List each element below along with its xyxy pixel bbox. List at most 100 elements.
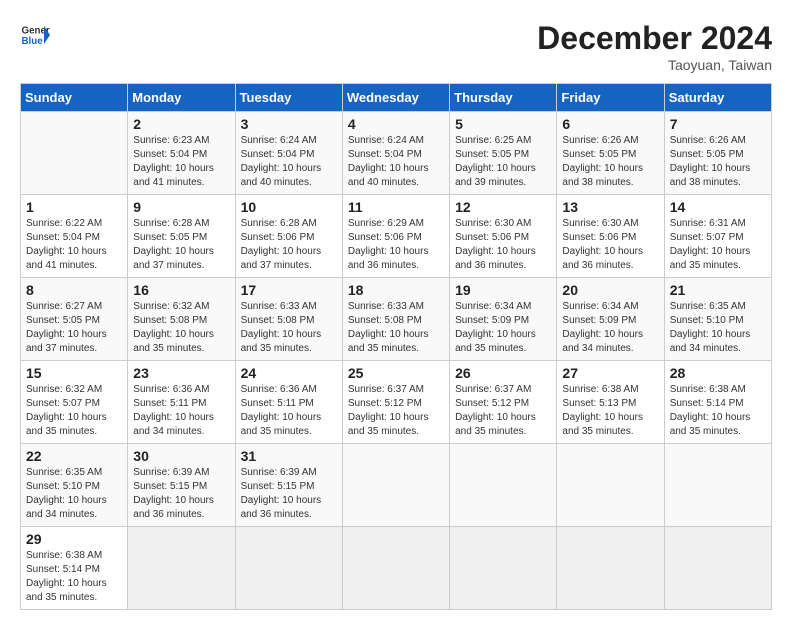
day-info: Sunrise: 6:35 AMSunset: 5:10 PMDaylight:… [26, 466, 122, 522]
day-number: 22 [26, 448, 122, 464]
calendar-day-cell: 10 Sunrise: 6:28 AMSunset: 5:06 PMDayligh… [235, 195, 342, 278]
day-number: 21 [670, 282, 766, 298]
calendar-day-cell [450, 444, 557, 527]
day-number: 27 [562, 365, 658, 381]
day-info: Sunrise: 6:24 AMSunset: 5:04 PMDaylight:… [241, 134, 337, 190]
day-info: Sunrise: 6:37 AMSunset: 5:12 PMDaylight:… [455, 383, 551, 439]
svg-text:Blue: Blue [22, 36, 44, 47]
day-number: 16 [133, 282, 229, 298]
calendar-day-cell: 8Sunrise: 6:27 AMSunset: 5:05 PMDaylight… [21, 278, 128, 361]
day-info: Sunrise: 6:30 AMSunset: 5:06 PMDaylight:… [455, 217, 551, 273]
day-number: 1 [26, 199, 122, 215]
day-info: Sunrise: 6:28 AMSunset: 5:05 PMDaylight:… [133, 217, 229, 273]
day-info: Sunrise: 6:35 AMSunset: 5:10 PMDaylight:… [670, 300, 766, 356]
day-info: Sunrise: 6:26 AMSunset: 5:05 PMDaylight:… [562, 134, 658, 190]
calendar-day-cell [342, 527, 449, 610]
day-number: 28 [670, 365, 766, 381]
calendar-day-cell: 19Sunrise: 6:34 AMSunset: 5:09 PMDayligh… [450, 278, 557, 361]
calendar-day-cell: 12 Sunrise: 6:30 AMSunset: 5:06 PMDayligh… [450, 195, 557, 278]
day-number: 8 [26, 282, 122, 298]
weekday-header-monday: Monday [128, 84, 235, 112]
calendar-day-cell [128, 527, 235, 610]
day-number: 2 [133, 116, 229, 132]
weekday-header-wednesday: Wednesday [342, 84, 449, 112]
calendar-day-cell: 2 Sunrise: 6:23 AMSunset: 5:04 PMDaylight… [128, 112, 235, 195]
calendar-day-cell: 18 Sunrise: 6:33 AMSunset: 5:08 PMDayligh… [342, 278, 449, 361]
day-info: Sunrise: 6:28 AMSunset: 5:06 PMDaylight:… [241, 217, 337, 273]
calendar-day-cell [342, 444, 449, 527]
calendar-day-cell [557, 527, 664, 610]
day-info: Sunrise: 6:38 AMSunset: 5:14 PMDaylight:… [670, 383, 766, 439]
day-number: 11 [348, 199, 444, 215]
logo-icon: General Blue [20, 20, 50, 50]
day-info: Sunrise: 6:22 AMSunset: 5:04 PMDaylight:… [26, 217, 122, 273]
day-number: 20 [562, 282, 658, 298]
day-info: Sunrise: 6:38 AMSunset: 5:14 PMDaylight:… [26, 549, 122, 605]
day-number: 17 [241, 282, 337, 298]
calendar-day-cell [21, 112, 128, 195]
day-number: 9 [133, 199, 229, 215]
day-number: 14 [670, 199, 766, 215]
weekday-header-thursday: Thursday [450, 84, 557, 112]
calendar-day-cell: 6Sunrise: 6:26 AMSunset: 5:05 PMDaylight… [557, 112, 664, 195]
calendar-day-cell: 30Sunrise: 6:39 AMSunset: 5:15 PMDayligh… [128, 444, 235, 527]
day-number: 3 [241, 116, 337, 132]
day-number: 25 [348, 365, 444, 381]
calendar-week-row: 29Sunrise: 6:38 AMSunset: 5:14 PMDayligh… [21, 527, 772, 610]
calendar-week-row: 22 Sunrise: 6:35 AMSunset: 5:10 PMDayligh… [21, 444, 772, 527]
calendar-day-cell: 11 Sunrise: 6:29 AMSunset: 5:06 PMDayligh… [342, 195, 449, 278]
calendar-week-row: 8Sunrise: 6:27 AMSunset: 5:05 PMDaylight… [21, 278, 772, 361]
weekday-header-tuesday: Tuesday [235, 84, 342, 112]
calendar-day-cell: 29Sunrise: 6:38 AMSunset: 5:14 PMDayligh… [21, 527, 128, 610]
calendar-day-cell: 17Sunrise: 6:33 AMSunset: 5:08 PMDayligh… [235, 278, 342, 361]
day-info: Sunrise: 6:38 AMSunset: 5:13 PMDaylight:… [562, 383, 658, 439]
day-number: 19 [455, 282, 551, 298]
weekday-header-friday: Friday [557, 84, 664, 112]
day-info: Sunrise: 6:31 AMSunset: 5:07 PMDaylight:… [670, 217, 766, 273]
calendar-day-cell [450, 527, 557, 610]
month-title: December 2024 [537, 20, 772, 57]
calendar-day-cell: 15Sunrise: 6:32 AMSunset: 5:07 PMDayligh… [21, 361, 128, 444]
day-number: 4 [348, 116, 444, 132]
day-number: 12 [455, 199, 551, 215]
calendar-day-cell: 22 Sunrise: 6:35 AMSunset: 5:10 PMDayligh… [21, 444, 128, 527]
calendar-day-cell: 3 Sunrise: 6:24 AMSunset: 5:04 PMDaylight… [235, 112, 342, 195]
day-info: Sunrise: 6:33 AMSunset: 5:08 PMDaylight:… [348, 300, 444, 356]
calendar-day-cell: 14 Sunrise: 6:31 AMSunset: 5:07 PMDayligh… [664, 195, 771, 278]
calendar-day-cell: 16 Sunrise: 6:32 AMSunset: 5:08 PMDayligh… [128, 278, 235, 361]
day-info: Sunrise: 6:36 AMSunset: 5:11 PMDaylight:… [241, 383, 337, 439]
day-info: Sunrise: 6:39 AMSunset: 5:15 PMDaylight:… [241, 466, 337, 522]
day-number: 24 [241, 365, 337, 381]
day-info: Sunrise: 6:26 AMSunset: 5:05 PMDaylight:… [670, 134, 766, 190]
day-info: Sunrise: 6:29 AMSunset: 5:06 PMDaylight:… [348, 217, 444, 273]
day-info: Sunrise: 6:23 AMSunset: 5:04 PMDaylight:… [133, 134, 229, 190]
day-info: Sunrise: 6:36 AMSunset: 5:11 PMDaylight:… [133, 383, 229, 439]
calendar-day-cell: 7 Sunrise: 6:26 AMSunset: 5:05 PMDaylight… [664, 112, 771, 195]
page-header: General Blue December 2024 Taoyuan, Taiw… [20, 20, 772, 73]
day-number: 10 [241, 199, 337, 215]
calendar-header-row: SundayMondayTuesdayWednesdayThursdayFrid… [21, 84, 772, 112]
calendar-day-cell: 5Sunrise: 6:25 AMSunset: 5:05 PMDaylight… [450, 112, 557, 195]
day-number: 23 [133, 365, 229, 381]
day-number: 13 [562, 199, 658, 215]
day-info: Sunrise: 6:34 AMSunset: 5:09 PMDaylight:… [562, 300, 658, 356]
calendar-day-cell: 28 Sunrise: 6:38 AMSunset: 5:14 PMDayligh… [664, 361, 771, 444]
day-info: Sunrise: 6:24 AMSunset: 5:04 PMDaylight:… [348, 134, 444, 190]
location: Taoyuan, Taiwan [537, 57, 772, 73]
calendar-day-cell: 20 Sunrise: 6:34 AMSunset: 5:09 PMDayligh… [557, 278, 664, 361]
calendar-day-cell: 23 Sunrise: 6:36 AMSunset: 5:11 PMDayligh… [128, 361, 235, 444]
calendar-day-cell: 9 Sunrise: 6:28 AMSunset: 5:05 PMDaylight… [128, 195, 235, 278]
weekday-header-saturday: Saturday [664, 84, 771, 112]
day-number: 26 [455, 365, 551, 381]
day-info: Sunrise: 6:25 AMSunset: 5:05 PMDaylight:… [455, 134, 551, 190]
calendar-day-cell: 25Sunrise: 6:37 AMSunset: 5:12 PMDayligh… [342, 361, 449, 444]
day-number: 18 [348, 282, 444, 298]
day-info: Sunrise: 6:32 AMSunset: 5:08 PMDaylight:… [133, 300, 229, 356]
day-number: 30 [133, 448, 229, 464]
calendar-day-cell: 24 Sunrise: 6:36 AMSunset: 5:11 PMDayligh… [235, 361, 342, 444]
day-number: 7 [670, 116, 766, 132]
calendar-day-cell: 21 Sunrise: 6:35 AMSunset: 5:10 PMDayligh… [664, 278, 771, 361]
calendar-day-cell: 13 Sunrise: 6:30 AMSunset: 5:06 PMDayligh… [557, 195, 664, 278]
calendar-day-cell [664, 444, 771, 527]
day-info: Sunrise: 6:30 AMSunset: 5:06 PMDaylight:… [562, 217, 658, 273]
